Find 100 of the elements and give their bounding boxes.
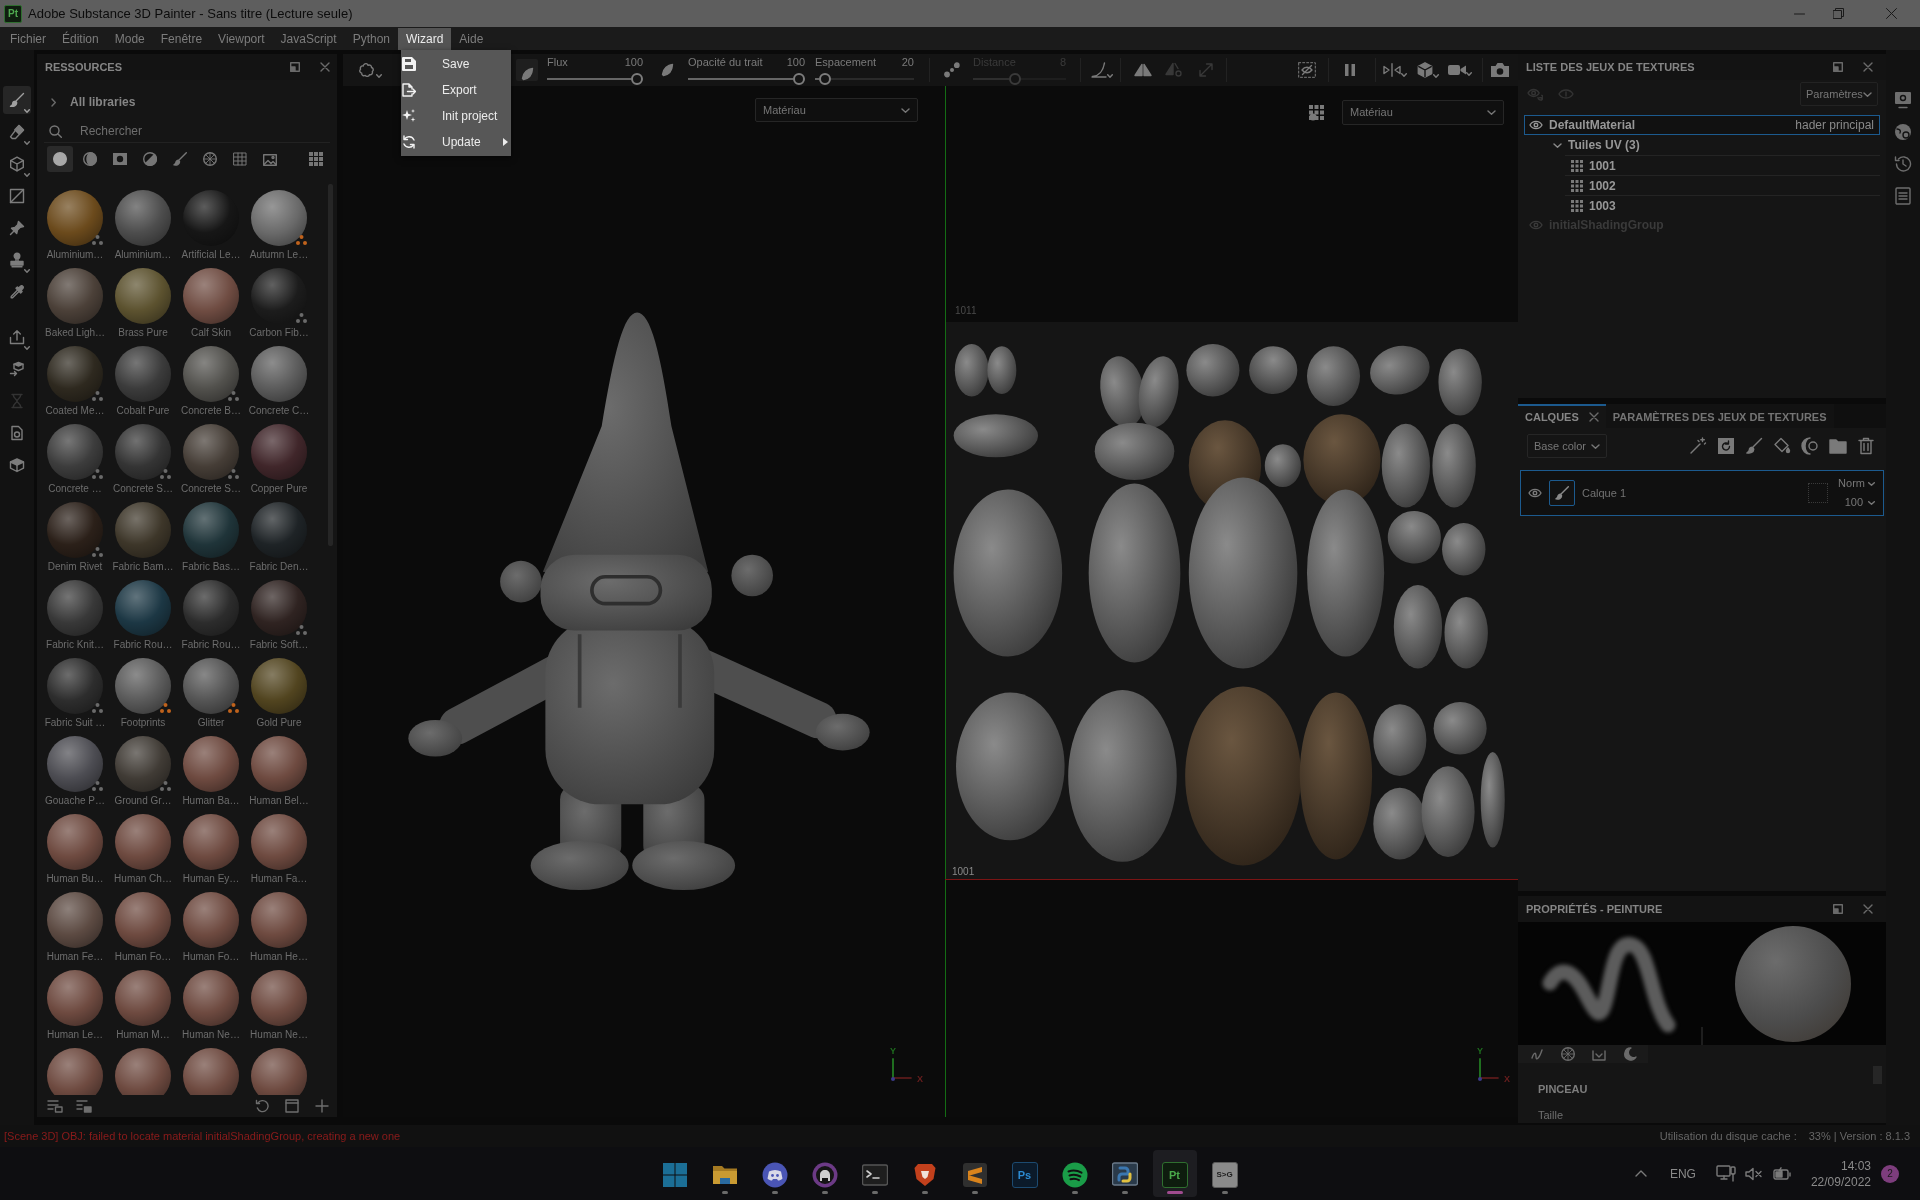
filter-tab[interactable] <box>47 146 73 172</box>
magic-wand-icon[interactable] <box>1689 437 1707 455</box>
crescent-icon[interactable] <box>1623 1047 1637 1061</box>
taskbar-app-button[interactable]: Ps <box>1002 1150 1047 1197</box>
material-thumbnail[interactable] <box>47 1048 103 1095</box>
eye-icon[interactable] <box>1528 488 1542 498</box>
mask-refresh-icon[interactable] <box>1717 437 1735 455</box>
list-folder-icon[interactable] <box>76 1099 92 1113</box>
material-thumbnail[interactable] <box>183 814 239 870</box>
material-thumbnail[interactable] <box>251 736 307 792</box>
slider-thumb[interactable] <box>819 73 832 85</box>
slider-thumb[interactable] <box>631 73 643 85</box>
log-icon[interactable] <box>1894 187 1912 205</box>
material-thumbnail[interactable] <box>115 580 171 636</box>
symmetry-button[interactable] <box>1134 63 1152 77</box>
clock-time[interactable]: 14:03 <box>1840 1157 1871 1174</box>
menu-item[interactable]: Fichier <box>2 27 54 50</box>
cube-button[interactable] <box>1417 62 1439 78</box>
material-thumbnail[interactable] <box>115 1048 171 1095</box>
panel-tab[interactable]: CALQUES <box>1518 404 1606 428</box>
paint-bucket-icon[interactable] <box>1773 437 1791 455</box>
material-thumbnail[interactable] <box>251 814 307 870</box>
menu-option[interactable]: Init project <box>401 103 511 129</box>
material-thumbnail[interactable] <box>183 1048 239 1095</box>
leaf-button[interactable] <box>660 63 674 77</box>
material-thumbnail[interactable] <box>183 346 239 402</box>
material-thumbnail[interactable] <box>251 1048 307 1095</box>
material-thumbnail[interactable] <box>183 424 239 480</box>
menu-item[interactable]: Python <box>344 27 398 50</box>
texture-set-row[interactable]: DefaultMaterial hader principal <box>1524 115 1880 135</box>
tray-icon[interactable] <box>1592 1047 1606 1061</box>
close-icon[interactable] <box>1863 62 1873 72</box>
material-thumbnail[interactable] <box>183 658 239 714</box>
close-icon[interactable] <box>1588 412 1599 422</box>
layer-name[interactable]: Calque 1 <box>1582 484 1627 502</box>
menu-option[interactable]: Export <box>401 77 511 103</box>
display-settings-icon[interactable] <box>1894 91 1912 109</box>
restore-button[interactable] <box>1833 8 1844 19</box>
tiles-info-icon[interactable] <box>1309 105 1325 121</box>
tree-item[interactable]: 1002 <box>1589 176 1616 195</box>
material-thumbnail[interactable] <box>183 502 239 558</box>
taskbar-app-button[interactable]: Pt <box>1152 1150 1197 1197</box>
menu-item[interactable]: Aide <box>451 27 492 50</box>
material-thumbnail[interactable] <box>251 580 307 636</box>
close-button[interactable] <box>1886 8 1897 19</box>
material-thumbnail[interactable] <box>47 658 103 714</box>
brush-tool[interactable] <box>3 86 31 114</box>
add-icon[interactable] <box>315 1099 329 1113</box>
material-thumbnail[interactable] <box>115 502 171 558</box>
show-hidden-icons-button[interactable] <box>1634 1170 1647 1177</box>
float-icon[interactable] <box>1833 904 1843 914</box>
material-thumbnail[interactable] <box>47 424 103 480</box>
library-item[interactable]: All libraries <box>70 93 136 111</box>
split-view-button[interactable] <box>1383 63 1407 77</box>
channel-dropdown[interactable]: Base color <box>1527 434 1607 458</box>
trash-icon[interactable] <box>1857 437 1875 455</box>
material-thumbnail[interactable] <box>115 190 171 246</box>
menu-option[interactable]: Update <box>401 129 511 155</box>
tree-item[interactable]: Tuiles UV (3) <box>1568 136 1640 154</box>
list-settings-icon[interactable] <box>47 1099 63 1113</box>
material-thumbnail[interactable] <box>47 502 103 558</box>
material-thumbnail[interactable] <box>47 346 103 402</box>
material-thumbnail[interactable] <box>183 268 239 324</box>
material-thumbnail[interactable] <box>115 346 171 402</box>
material-thumbnail[interactable] <box>251 190 307 246</box>
material-thumbnail[interactable] <box>115 658 171 714</box>
close-icon[interactable] <box>320 62 330 72</box>
material-thumbnail[interactable] <box>47 580 103 636</box>
video-camera-button[interactable] <box>1448 64 1472 76</box>
eye-icon[interactable] <box>1529 120 1543 130</box>
checker-sphere-icon[interactable] <box>1561 1047 1575 1061</box>
globe-settings-icon[interactable] <box>1894 123 1912 141</box>
clock-date[interactable]: 22/09/2022 <box>1810 1173 1871 1190</box>
material-thumbnail[interactable] <box>183 736 239 792</box>
float-icon[interactable] <box>1833 62 1843 72</box>
material-thumbnail[interactable] <box>115 424 171 480</box>
camera-button[interactable] <box>1491 62 1509 78</box>
folder-icon[interactable] <box>1829 437 1847 455</box>
history-icon[interactable] <box>1894 155 1912 173</box>
material-thumbnail[interactable] <box>251 424 307 480</box>
chevron-right-icon[interactable] <box>51 97 56 107</box>
material-dropdown[interactable]: Matériau <box>1342 100 1504 125</box>
reset-icon[interactable] <box>255 1099 269 1113</box>
material-thumbnail[interactable] <box>115 892 171 948</box>
material-thumbnail[interactable] <box>47 970 103 1026</box>
close-icon[interactable] <box>1863 904 1873 914</box>
material-thumbnail[interactable] <box>183 970 239 1026</box>
leaf-button[interactable] <box>516 59 538 81</box>
curve-button[interactable] <box>1091 62 1113 78</box>
material-thumbnail[interactable] <box>183 580 239 636</box>
material-thumbnail[interactable] <box>115 736 171 792</box>
menu-option[interactable]: Save <box>401 51 511 77</box>
material-dropdown[interactable]: Matériau <box>755 98 918 122</box>
material-thumbnail[interactable] <box>183 892 239 948</box>
tree-item[interactable]: 1003 <box>1589 196 1616 215</box>
layer-row[interactable]: Calque 1 Norm 100 <box>1520 470 1884 516</box>
material-thumbnail[interactable] <box>47 268 103 324</box>
tree-item[interactable]: 1001 <box>1589 156 1616 175</box>
menu-item[interactable]: Mode <box>106 27 153 50</box>
float-icon[interactable] <box>290 62 300 72</box>
